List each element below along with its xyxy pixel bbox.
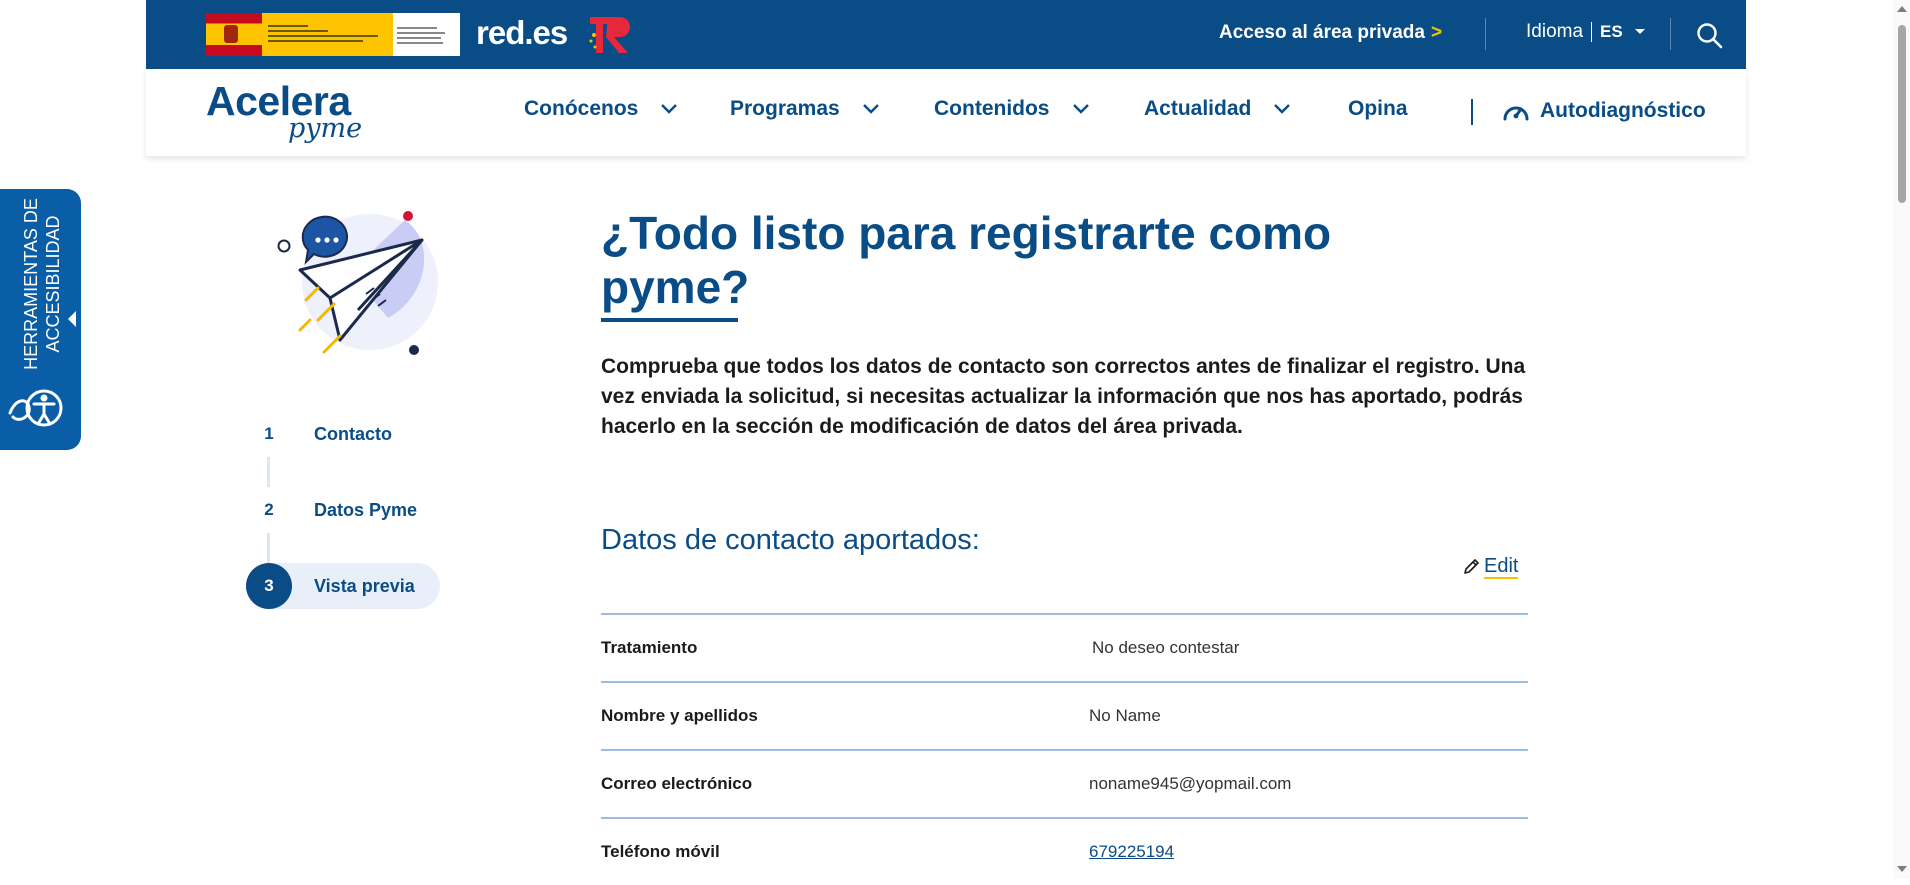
chevron-down-icon bbox=[661, 104, 678, 114]
nav-item-label: Contenidos bbox=[934, 97, 1050, 120]
ministry-logo-block bbox=[262, 13, 393, 56]
private-area-link[interactable]: Acceso al área privada > bbox=[1219, 22, 1442, 44]
caret-down-icon bbox=[1635, 28, 1645, 34]
red-es-agency-logo-block bbox=[393, 13, 460, 56]
scroll-up-arrow-icon[interactable] bbox=[1897, 6, 1907, 12]
intro-text: Comprueba que todos los datos de contact… bbox=[601, 355, 1526, 438]
row-label: Nombre y apellidos bbox=[601, 706, 758, 725]
nav-item-programas[interactable]: Programas bbox=[730, 97, 880, 121]
contact-data-table: Tratamiento No deseo contestar Nombre y … bbox=[601, 613, 1528, 885]
divider bbox=[1485, 18, 1486, 50]
chevron-down-icon bbox=[1072, 104, 1089, 114]
step-number: 2 bbox=[246, 487, 292, 533]
step-number: 1 bbox=[246, 411, 292, 457]
nav-item-opina[interactable]: Opina bbox=[1348, 97, 1408, 121]
nav-item-actualidad[interactable]: Actualidad bbox=[1144, 97, 1291, 121]
autodiagnostico-label: Autodiagnóstico bbox=[1540, 99, 1706, 122]
row-label: Tratamiento bbox=[601, 638, 698, 657]
paper-plane-illustration bbox=[277, 211, 438, 355]
table-row: Tratamiento No deseo contestar bbox=[601, 613, 1528, 681]
table-row: Correo electrónico noname945@yopmail.com bbox=[601, 749, 1528, 817]
section-title: Datos de contacto aportados: bbox=[601, 524, 980, 556]
accessibility-label: HERRAMIENTAS DE ACCESIBILIDAD bbox=[21, 198, 63, 370]
phone-link[interactable]: 679225194 bbox=[1089, 842, 1174, 862]
language-selector[interactable]: Idioma ES bbox=[1526, 21, 1646, 43]
divider bbox=[1471, 99, 1473, 125]
row-label: Correo electrónico bbox=[601, 774, 753, 793]
nav-item-label: Programas bbox=[730, 97, 840, 120]
row-value: No Name bbox=[1089, 706, 1161, 725]
chevron-down-icon bbox=[862, 104, 879, 114]
divider bbox=[1670, 18, 1671, 50]
step-label: Contacto bbox=[314, 423, 392, 444]
step-label: Datos Pyme bbox=[314, 499, 418, 520]
chevron-right-icon: > bbox=[1430, 22, 1443, 43]
gauge-icon bbox=[1503, 106, 1529, 121]
caret-left-icon bbox=[68, 311, 76, 327]
language-value: ES bbox=[1600, 22, 1623, 41]
edit-label: Edit bbox=[1484, 555, 1519, 579]
nav-item-label: Conócenos bbox=[524, 97, 639, 120]
main-navigation: Acelera pyme Conócenos Programas Conteni… bbox=[146, 69, 1746, 156]
search-icon[interactable] bbox=[1695, 21, 1723, 49]
row-value: No deseo contestar bbox=[1092, 638, 1240, 657]
red-es-logo[interactable]: red.es bbox=[476, 14, 568, 52]
nav-item-contenidos[interactable]: Contenidos bbox=[934, 97, 1090, 121]
step-vista-previa[interactable]: 3 Vista previa bbox=[246, 563, 440, 609]
step-number: 3 bbox=[246, 563, 292, 609]
row-value: noname945@yopmail.com bbox=[1089, 774, 1292, 793]
pencil-icon bbox=[1464, 559, 1479, 574]
acelera-pyme-logo[interactable]: Acelera pyme bbox=[206, 79, 362, 144]
private-area-label: Acceso al área privada bbox=[1219, 22, 1425, 43]
language-label: Idioma bbox=[1526, 21, 1584, 42]
spain-coat-of-arms-icon bbox=[206, 13, 262, 56]
scrollbar-thumb[interactable] bbox=[1898, 25, 1906, 203]
nav-item-label: Opina bbox=[1348, 97, 1408, 120]
table-row: Teléfono móvil 679225194 bbox=[601, 817, 1528, 885]
nav-item-label: Actualidad bbox=[1144, 97, 1252, 120]
top-bar: red.es Acceso al área privada > Idioma ES bbox=[146, 0, 1746, 69]
step-datos-pyme[interactable]: 2 Datos Pyme bbox=[246, 487, 417, 533]
title-underline bbox=[601, 318, 738, 322]
table-row: Nombre y apellidos No Name bbox=[601, 681, 1528, 749]
chevron-down-icon bbox=[1274, 104, 1291, 114]
divider bbox=[1591, 21, 1593, 42]
nav-item-conocenos[interactable]: Conócenos bbox=[524, 97, 678, 121]
autodiagnostico-link[interactable]: Autodiagnóstico bbox=[1501, 99, 1706, 123]
edit-button[interactable]: Edit bbox=[1462, 555, 1519, 579]
page-title: ¿Todo listo para registrarte como pyme? bbox=[601, 207, 1332, 313]
row-label: Teléfono móvil bbox=[601, 842, 720, 861]
step-label: Vista previa bbox=[314, 575, 415, 596]
brand-bottom: pyme bbox=[288, 113, 363, 144]
step-contacto[interactable]: 1 Contacto bbox=[246, 411, 392, 457]
prtr-logo-icon[interactable] bbox=[586, 13, 638, 57]
government-logo[interactable] bbox=[206, 13, 460, 56]
scroll-down-arrow-icon[interactable] bbox=[1897, 866, 1907, 872]
accessibility-icon bbox=[8, 389, 63, 427]
